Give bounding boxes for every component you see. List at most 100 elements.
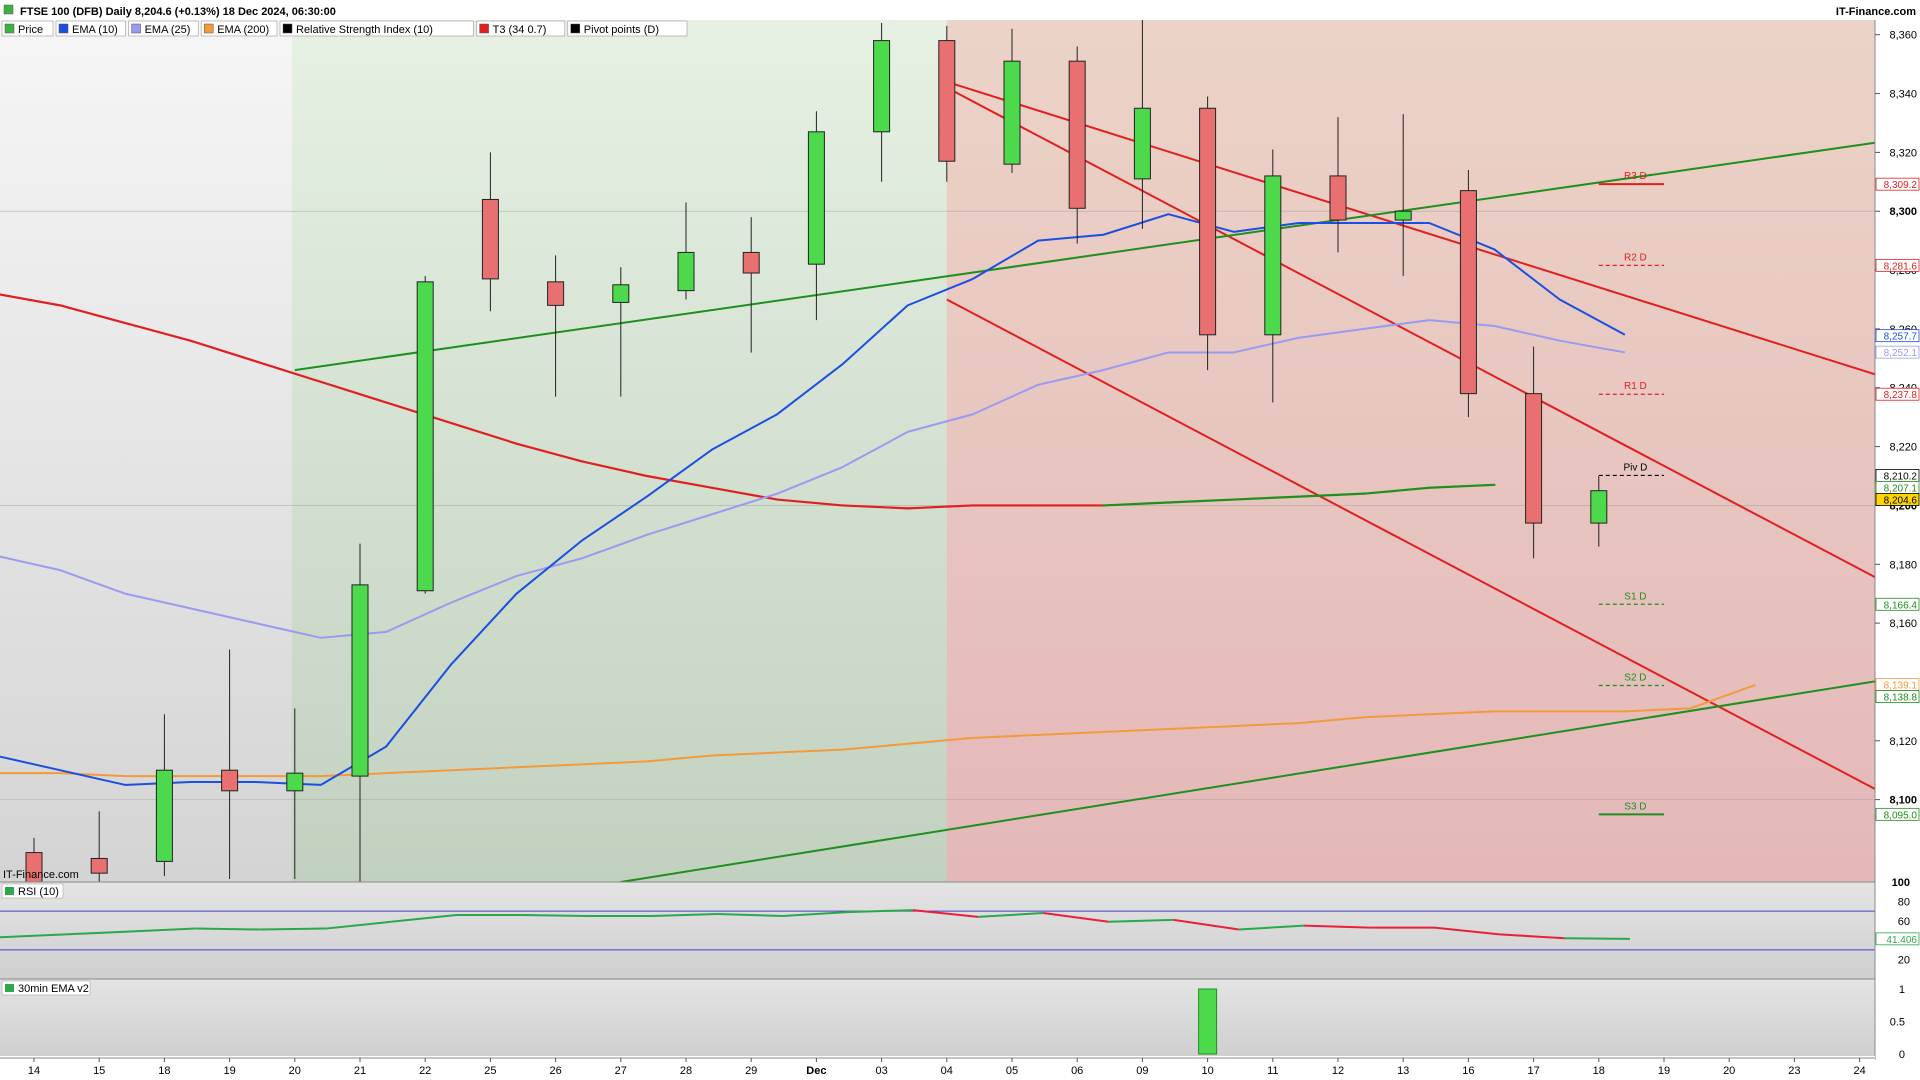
legend-bar[interactable]: Price EMA (10) EMA (25) EMA (200) Relative S… xyxy=(1,20,688,37)
pivot-label: R3 D xyxy=(1624,171,1647,182)
legend-item[interactable]: Relative Strength Index (10) xyxy=(279,20,474,37)
date-tick-label: 15 xyxy=(93,1065,105,1077)
candle-up xyxy=(807,131,825,265)
rsi-segment xyxy=(521,913,587,917)
legend-color-icon xyxy=(479,23,489,34)
date-tick-label: 19 xyxy=(223,1065,235,1077)
legend-item-label: EMA (25) xyxy=(145,24,191,36)
date-tick-label: 23 xyxy=(1788,1065,1800,1077)
date-tick-label: 11 xyxy=(1267,1065,1278,1077)
date-tick-label: 04 xyxy=(941,1065,953,1077)
ema30-panel xyxy=(0,978,1875,1056)
candle-up xyxy=(1003,60,1021,165)
candle-down xyxy=(1329,175,1347,221)
price-tag-label: 8,139.1 xyxy=(1884,681,1918,692)
pivot-label: S3 D xyxy=(1624,801,1646,812)
legend-item[interactable]: EMA (10) xyxy=(55,20,126,37)
chart-window: R3 D R2 D R1 D Piv D S1 D S2 D S3 D 8,100 8,120… xyxy=(0,0,1920,1080)
legend-item[interactable]: T3 (34 0.7) xyxy=(476,20,566,37)
date-tick-label: 28 xyxy=(680,1065,692,1077)
date-tick-label: 14 xyxy=(28,1065,40,1077)
date-tick-label: 05 xyxy=(1006,1065,1018,1077)
legend-color-icon xyxy=(203,23,214,34)
pivot-label: S1 D xyxy=(1624,591,1646,602)
date-tick-label: 24 xyxy=(1853,1065,1865,1077)
rsi-tick-label: 20 xyxy=(1898,955,1910,967)
rsi-panel xyxy=(0,881,1875,979)
ema30-bar xyxy=(1198,988,1218,1055)
date-tick-label: 20 xyxy=(289,1065,301,1077)
legend-item[interactable]: EMA (25) xyxy=(128,20,199,37)
date-tick-label: 22 xyxy=(419,1065,431,1077)
date-tick-label: 19 xyxy=(1658,1065,1670,1077)
rsi-legend-label: RSI (10) xyxy=(18,886,59,898)
candle-up xyxy=(1394,210,1412,221)
watermark: IT-Finance.com xyxy=(3,869,79,881)
candle-down xyxy=(221,769,239,792)
chart-header: FTSE 100 (DFB) Daily 8,204.6 (+0.13%) 18… xyxy=(0,0,1920,20)
rsi-value-label: 41.406 xyxy=(1886,935,1917,946)
rsi-legend-icon xyxy=(5,887,14,895)
date-tick-label: 13 xyxy=(1397,1065,1409,1077)
date-tick-label: 21 xyxy=(354,1065,366,1077)
legend-color-icon xyxy=(282,23,293,34)
candle-down xyxy=(742,251,760,274)
candle-down xyxy=(547,281,565,306)
price-tag-label: 8,207.1 xyxy=(1884,483,1918,494)
legend-item-label: EMA (10) xyxy=(72,24,118,36)
legend-item-label: Price xyxy=(18,24,43,36)
candle-down xyxy=(1199,107,1217,336)
price-axis[interactable]: 8,1008,1208,1408,1608,1808,2008,2208,240… xyxy=(1874,0,1920,1080)
legend-item[interactable]: Price xyxy=(1,20,54,37)
date-tick-label: 27 xyxy=(615,1065,627,1077)
series-color-icon xyxy=(3,4,14,15)
date-tick-label: 20 xyxy=(1723,1065,1735,1077)
date-tick-label: 10 xyxy=(1201,1065,1213,1077)
date-tick-label: 12 xyxy=(1332,1065,1344,1077)
price-tick-label: 8,180 xyxy=(1889,559,1917,571)
date-tick-label: 16 xyxy=(1462,1065,1474,1077)
candle-down xyxy=(90,857,108,874)
candle-up xyxy=(155,769,173,862)
rsi-tick-label: 100 xyxy=(1892,877,1910,889)
candle-up xyxy=(612,284,630,303)
legend-item-label: T3 (34 0.7) xyxy=(493,24,547,36)
legend-color-icon xyxy=(131,23,141,34)
candle-up xyxy=(416,281,434,592)
candle-down xyxy=(1459,190,1477,395)
price-tick-label: 8,300 xyxy=(1889,206,1917,218)
legend-item-label: EMA (200) xyxy=(217,24,269,36)
date-tick-label: 18 xyxy=(158,1065,170,1077)
rsi-tick-label: 60 xyxy=(1898,916,1910,928)
legend-item[interactable]: Pivot points (D) xyxy=(567,20,688,37)
date-tick-label: 03 xyxy=(875,1065,887,1077)
rsi-segment xyxy=(195,927,261,931)
date-tick-label: 09 xyxy=(1136,1065,1148,1077)
candle-up xyxy=(1264,175,1282,336)
pivot-label: R2 D xyxy=(1624,252,1647,263)
price-tag-label: 8,095.0 xyxy=(1884,810,1918,821)
date-tick-label: 29 xyxy=(745,1065,757,1077)
date-tick-label: Dec xyxy=(806,1065,826,1077)
candle-down xyxy=(481,198,499,280)
ema30-legend-icon xyxy=(5,984,14,992)
trading-chart[interactable]: R3 D R2 D R1 D Piv D S1 D S2 D S3 D 8,100 8,120… xyxy=(0,0,1920,1080)
candle-up xyxy=(351,584,369,777)
price-tag-label: 8,252.1 xyxy=(1884,348,1918,359)
rsi-legend[interactable]: RSI (10) xyxy=(1,883,64,899)
price-tag-label: 8,138.8 xyxy=(1884,693,1918,704)
price-tag-label: 8,257.7 xyxy=(1884,332,1918,343)
ema30-legend[interactable]: 30min EMA v2 xyxy=(1,980,91,996)
date-tick-label: 25 xyxy=(484,1065,496,1077)
candle-down xyxy=(938,40,956,162)
legend-item[interactable]: EMA (200) xyxy=(200,20,278,37)
ema30-legend-label: 30min EMA v2 xyxy=(18,983,89,995)
date-axis[interactable]: 14 15 18 19 20 21 22 25 26 27 28 29 Dec 03 04 05 06 09 10 1… xyxy=(0,1056,1875,1080)
candle-down xyxy=(1068,60,1086,209)
brand-label: IT-Finance.com xyxy=(1836,6,1916,18)
candle-down xyxy=(1525,393,1543,524)
date-tick-label: 26 xyxy=(549,1065,561,1077)
price-tag-label: 8,309.2 xyxy=(1884,180,1918,191)
pivot-label: Piv D xyxy=(1623,462,1647,473)
price-tick-label: 8,100 xyxy=(1889,795,1917,807)
